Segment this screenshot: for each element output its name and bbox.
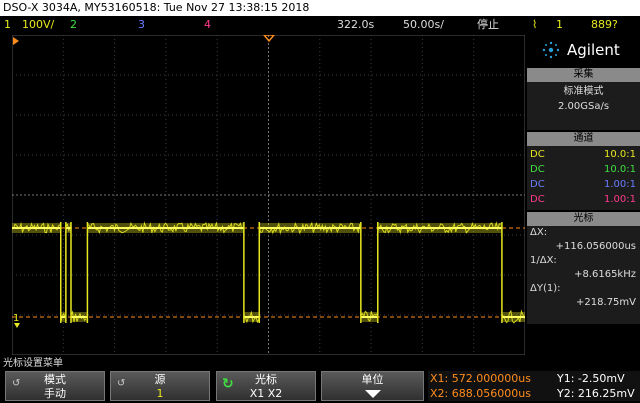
channel-row[interactable]: DC 1.00:1 (527, 192, 640, 207)
inverse-delta-x-label: 1/ΔX: (530, 255, 557, 266)
rotate-knob-icon: ↺ (117, 378, 126, 389)
delta-x-label: ΔX: (530, 227, 548, 238)
mode-softkey[interactable]: ↺ 模式 手动 (5, 371, 105, 401)
cursors-header[interactable]: 光标 (527, 212, 640, 226)
timebase-readout[interactable]: 322.0s (337, 16, 374, 34)
ch1-ground-marker: 1 (13, 313, 19, 324)
channel-coupling: DC (530, 164, 545, 175)
sample-rate: 2.00GSa/s (557, 101, 610, 112)
ch1-number[interactable]: 1 (4, 16, 11, 34)
cursors-panel: ΔX: +116.056000us 1/ΔX: +8.6165kHz ΔY(1)… (527, 226, 640, 324)
y2-readout: Y2: 216.25mV (557, 387, 635, 400)
menu-title: 光标设置菜单 (3, 358, 63, 369)
side-panel: Agilent 采集 标准模式 2.00GSa/s 通道 DC 10.0:1 DC 1… (527, 34, 640, 360)
x-cursor-readout: X1: 572.000000us X2: 688.056000us (428, 371, 555, 401)
status-bar: 1 100V/ 2 3 4 322.0s 50.00s/ 停止 ⌇ 1 889? (0, 16, 640, 34)
knob-arrow-icon: ↻ (222, 376, 234, 392)
channel-coupling: DC (530, 194, 545, 205)
rotate-knob-icon: ↺ (12, 378, 21, 389)
mode-label: 模式 (44, 373, 66, 386)
channel-row[interactable]: DC 10.0:1 (527, 162, 640, 177)
channel-probe-ratio: 1.00:1 (604, 179, 636, 190)
channel-coupling: DC (530, 149, 545, 160)
channel-probe-ratio: 1.00:1 (604, 194, 636, 205)
y-cursor-readout: Y1: -2.50mV Y2: 216.25mV (555, 371, 640, 401)
acquire-mode: 标准模式 (563, 86, 604, 97)
window-title: DSO-X 3034A, MY53160518: Tue Nov 27 13:3… (0, 0, 640, 16)
chevron-down-icon (364, 390, 381, 398)
channels-header[interactable]: 通道 (527, 132, 640, 146)
mode-value: 手动 (44, 387, 66, 400)
brand-box: Agilent (527, 34, 640, 66)
acquire-panel: 标准模式 2.00GSa/s (527, 82, 640, 130)
run-state: 停止 (477, 18, 499, 31)
x2-readout: X2: 688.056000us (430, 387, 531, 400)
acquire-header[interactable]: 采集 (527, 68, 640, 82)
ch3-number[interactable]: 3 (138, 16, 145, 34)
channel-probe-ratio: 10.0:1 (604, 149, 636, 160)
channel-row[interactable]: DC 1.00:1 (527, 177, 640, 192)
ch2-number[interactable]: 2 (70, 16, 77, 34)
inverse-delta-x-value: +8.6165kHz (574, 269, 636, 280)
agilent-spark-icon (542, 41, 560, 59)
x1-readout: X1: 572.000000us (430, 372, 531, 385)
graticule: 1 (11, 34, 526, 356)
brand-name: Agilent (567, 41, 620, 59)
delta-y-value: +218.75mV (576, 297, 636, 308)
trigger-level[interactable]: 889? (591, 16, 618, 34)
ch1-scale[interactable]: 100V/ (22, 16, 54, 34)
waveform-display[interactable]: 1 (11, 34, 526, 356)
source-value: 1 (156, 387, 164, 400)
channel-row[interactable]: DC 10.0:1 (527, 147, 640, 162)
trigger-icon: ⌇ (532, 18, 538, 31)
delta-x-value: +116.056000us (555, 241, 636, 252)
delay-readout[interactable]: 50.00s/ (403, 16, 444, 34)
trigger-source[interactable]: 1 (556, 16, 563, 34)
ch4-number[interactable]: 4 (204, 16, 211, 34)
cursor-select-softkey[interactable]: ↻ 光标 X1 X2 (216, 371, 316, 401)
source-softkey[interactable]: ↺ 源 1 (110, 371, 210, 401)
delta-y-label: ΔY(1): (530, 283, 561, 294)
channel-coupling: DC (530, 179, 545, 190)
channels-panel: DC 10.0:1 DC 10.0:1 DC 1.00:1 DC 1.00:1 (527, 146, 640, 210)
source-label: 源 (154, 373, 166, 386)
units-softkey[interactable]: 单位 (321, 371, 424, 401)
y1-readout: Y1: -2.50mV (557, 372, 625, 385)
units-label: 单位 (361, 373, 384, 386)
channel-probe-ratio: 10.0:1 (604, 164, 636, 175)
